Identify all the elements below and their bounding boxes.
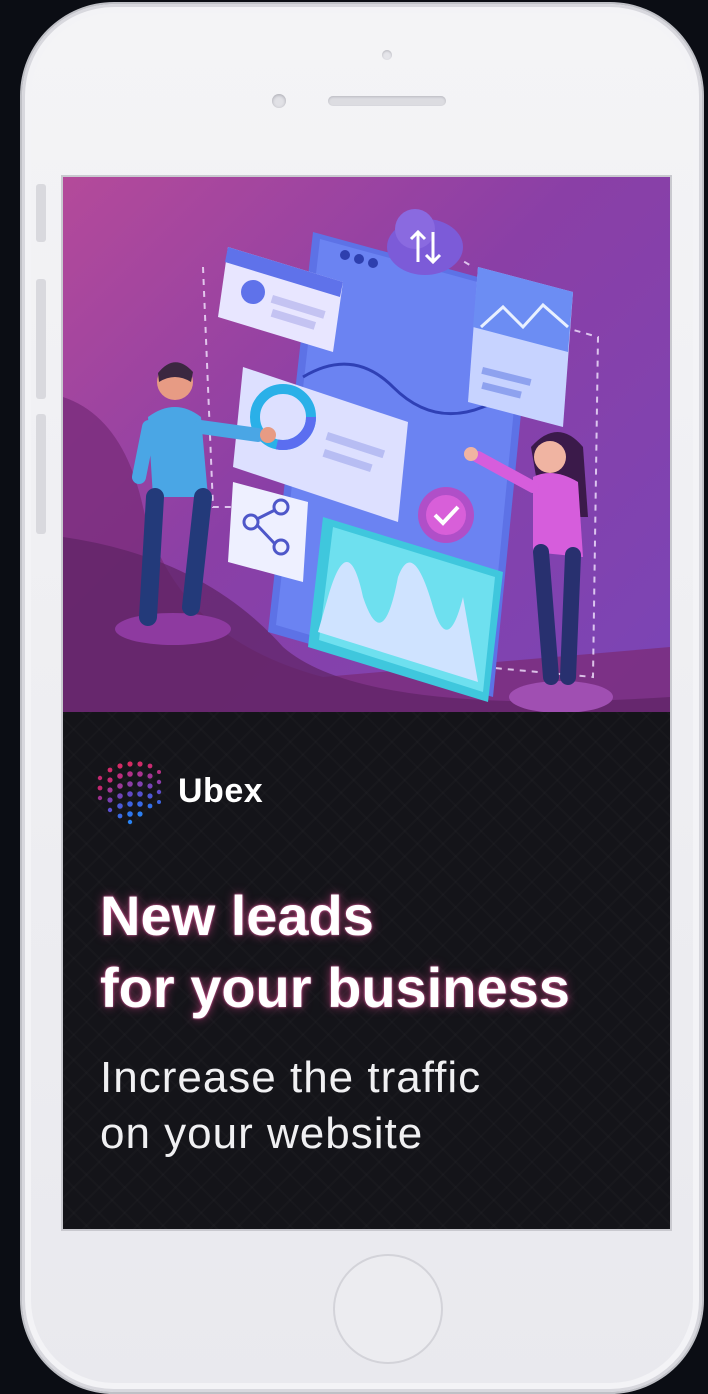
ubex-logo-icon xyxy=(97,761,162,825)
subheadline-line-2: on your website xyxy=(100,1109,424,1158)
line-chart-card-illustration xyxy=(468,267,573,427)
headline-line-2: for your business xyxy=(100,956,570,1019)
hero-illustration xyxy=(63,177,670,722)
headline-line-1: New leads xyxy=(100,884,374,947)
volume-up-button xyxy=(36,279,46,399)
proximity-sensor xyxy=(382,50,392,60)
checkmark-icon xyxy=(418,487,474,543)
front-camera xyxy=(272,94,286,108)
earpiece-speaker xyxy=(328,96,446,106)
ad-subheadline: Increase the traffic on your website xyxy=(100,1050,640,1162)
mute-switch xyxy=(36,184,46,242)
volume-down-button xyxy=(36,414,46,534)
upload-download-cloud-icon xyxy=(387,209,463,275)
brand-name: Ubex xyxy=(178,771,264,810)
home-button[interactable] xyxy=(333,1254,443,1364)
phone-frame xyxy=(22,4,702,1392)
subheadline-line-1: Increase the traffic xyxy=(100,1053,482,1102)
brand-logo: Ubex xyxy=(92,756,263,826)
ad-headline: New leads for your business xyxy=(100,880,660,1024)
